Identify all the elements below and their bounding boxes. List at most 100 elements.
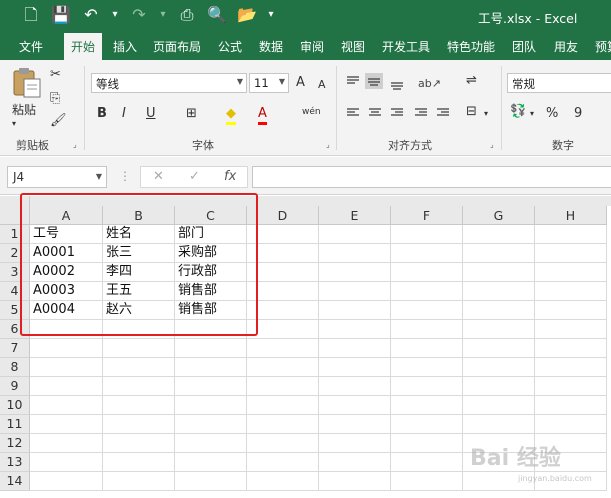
tab-formulas[interactable]: 公式	[218, 38, 242, 55]
cell-d12[interactable]	[247, 434, 319, 453]
cell-b8[interactable]	[103, 358, 175, 377]
cancel-icon[interactable]: ✕	[153, 169, 164, 184]
column-header-f[interactable]: F	[391, 206, 463, 225]
insert-function-icon[interactable]: fx	[224, 169, 236, 184]
cell-h8[interactable]	[535, 358, 607, 377]
merge-center-icon[interactable]: ⊟	[466, 104, 477, 120]
fill-color-icon[interactable]: ◆	[226, 106, 236, 125]
tab-team[interactable]: 团队	[512, 38, 536, 55]
customize-qat-icon[interactable]: ▾	[266, 4, 276, 26]
cell-g3[interactable]	[463, 263, 535, 282]
cell-h11[interactable]	[535, 415, 607, 434]
row-header-9[interactable]: 9	[0, 377, 30, 396]
row-header-11[interactable]: 11	[0, 415, 30, 434]
row-header-13[interactable]: 13	[0, 453, 30, 472]
cell-h7[interactable]	[535, 339, 607, 358]
cell-c14[interactable]	[175, 472, 247, 491]
name-box[interactable]: J4 ▼	[7, 166, 107, 188]
cell-b11[interactable]	[103, 415, 175, 434]
cut-icon[interactable]: ✂	[50, 67, 61, 83]
cell-f10[interactable]	[391, 396, 463, 415]
row-header-8[interactable]: 8	[0, 358, 30, 377]
open-folder-icon[interactable]: 📂	[236, 4, 258, 26]
tab-budget[interactable]: 预算	[595, 38, 611, 55]
underline-button[interactable]: U	[146, 106, 156, 122]
cell-d9[interactable]	[247, 377, 319, 396]
cell-e13[interactable]	[319, 453, 391, 472]
cell-a13[interactable]	[30, 453, 103, 472]
tab-view[interactable]: 视图	[341, 38, 365, 55]
row-header-7[interactable]: 7	[0, 339, 30, 358]
cell-d7[interactable]	[247, 339, 319, 358]
cell-e3[interactable]	[319, 263, 391, 282]
cell-d14[interactable]	[247, 472, 319, 491]
currency-dropdown-icon[interactable]: ▾	[530, 106, 534, 122]
cell-f12[interactable]	[391, 434, 463, 453]
cell-h5[interactable]	[535, 301, 607, 320]
cell-f9[interactable]	[391, 377, 463, 396]
redo-dropdown-icon[interactable]: ▾	[158, 4, 168, 26]
phonetic-icon[interactable]: wén	[302, 104, 321, 120]
tab-yonyou[interactable]: 用友	[554, 38, 578, 55]
copy-icon[interactable]: ⎘	[50, 91, 60, 107]
column-header-e[interactable]: E	[319, 206, 391, 225]
print-preview-icon[interactable]: ⎙	[176, 4, 198, 26]
cell-h6[interactable]	[535, 320, 607, 339]
cell-e7[interactable]	[319, 339, 391, 358]
cell-g10[interactable]	[463, 396, 535, 415]
cell-h9[interactable]	[535, 377, 607, 396]
cell-g4[interactable]	[463, 282, 535, 301]
cell-a9[interactable]	[30, 377, 103, 396]
formula-bar-grip-icon[interactable]: ⋮	[119, 169, 131, 183]
cell-e2[interactable]	[319, 244, 391, 263]
cell-g6[interactable]	[463, 320, 535, 339]
tab-home[interactable]: 开始	[64, 33, 103, 60]
preview-icon[interactable]: 🔍	[206, 4, 228, 26]
merge-dropdown-icon[interactable]: ▾	[484, 106, 488, 122]
tab-insert[interactable]: 插入	[113, 38, 137, 55]
cell-c11[interactable]	[175, 415, 247, 434]
cell-a12[interactable]	[30, 434, 103, 453]
cell-c10[interactable]	[175, 396, 247, 415]
currency-icon[interactable]: 💱	[510, 104, 526, 120]
cell-a11[interactable]	[30, 415, 103, 434]
font-size-select[interactable]: 11 ▼	[249, 73, 289, 93]
cell-f4[interactable]	[391, 282, 463, 301]
cell-b10[interactable]	[103, 396, 175, 415]
new-file-icon[interactable]: 🗋	[20, 4, 42, 26]
percent-icon[interactable]: %	[546, 106, 558, 122]
cell-f6[interactable]	[391, 320, 463, 339]
cell-f14[interactable]	[391, 472, 463, 491]
cell-h2[interactable]	[535, 244, 607, 263]
cell-h4[interactable]	[535, 282, 607, 301]
row-header-14[interactable]: 14	[0, 472, 30, 491]
cell-e9[interactable]	[319, 377, 391, 396]
cell-b7[interactable]	[103, 339, 175, 358]
cell-d11[interactable]	[247, 415, 319, 434]
shrink-font-icon[interactable]: A	[318, 77, 326, 93]
cell-f2[interactable]	[391, 244, 463, 263]
undo-dropdown-icon[interactable]: ▾	[110, 4, 120, 26]
format-painter-icon[interactable]: 🖌	[50, 113, 67, 129]
italic-button[interactable]: I	[122, 106, 126, 122]
cell-e10[interactable]	[319, 396, 391, 415]
cell-b13[interactable]	[103, 453, 175, 472]
cell-g7[interactable]	[463, 339, 535, 358]
cell-e5[interactable]	[319, 301, 391, 320]
number-format-select[interactable]: 常规	[507, 73, 611, 93]
cell-f13[interactable]	[391, 453, 463, 472]
cell-d13[interactable]	[247, 453, 319, 472]
paste-icon[interactable]	[12, 67, 42, 99]
cell-a10[interactable]	[30, 396, 103, 415]
redo-icon[interactable]: ↷	[128, 4, 150, 26]
cell-c12[interactable]	[175, 434, 247, 453]
cell-g8[interactable]	[463, 358, 535, 377]
formula-input[interactable]	[252, 166, 611, 188]
cell-e1[interactable]	[319, 225, 391, 244]
tab-special-features[interactable]: 特色功能	[447, 38, 495, 55]
font-name-select[interactable]: 等线 ▼	[91, 73, 247, 93]
grow-font-icon[interactable]: A	[296, 75, 305, 91]
bold-button[interactable]: B	[97, 106, 107, 122]
tab-review[interactable]: 审阅	[300, 38, 324, 55]
enter-icon[interactable]: ✓	[189, 169, 200, 184]
